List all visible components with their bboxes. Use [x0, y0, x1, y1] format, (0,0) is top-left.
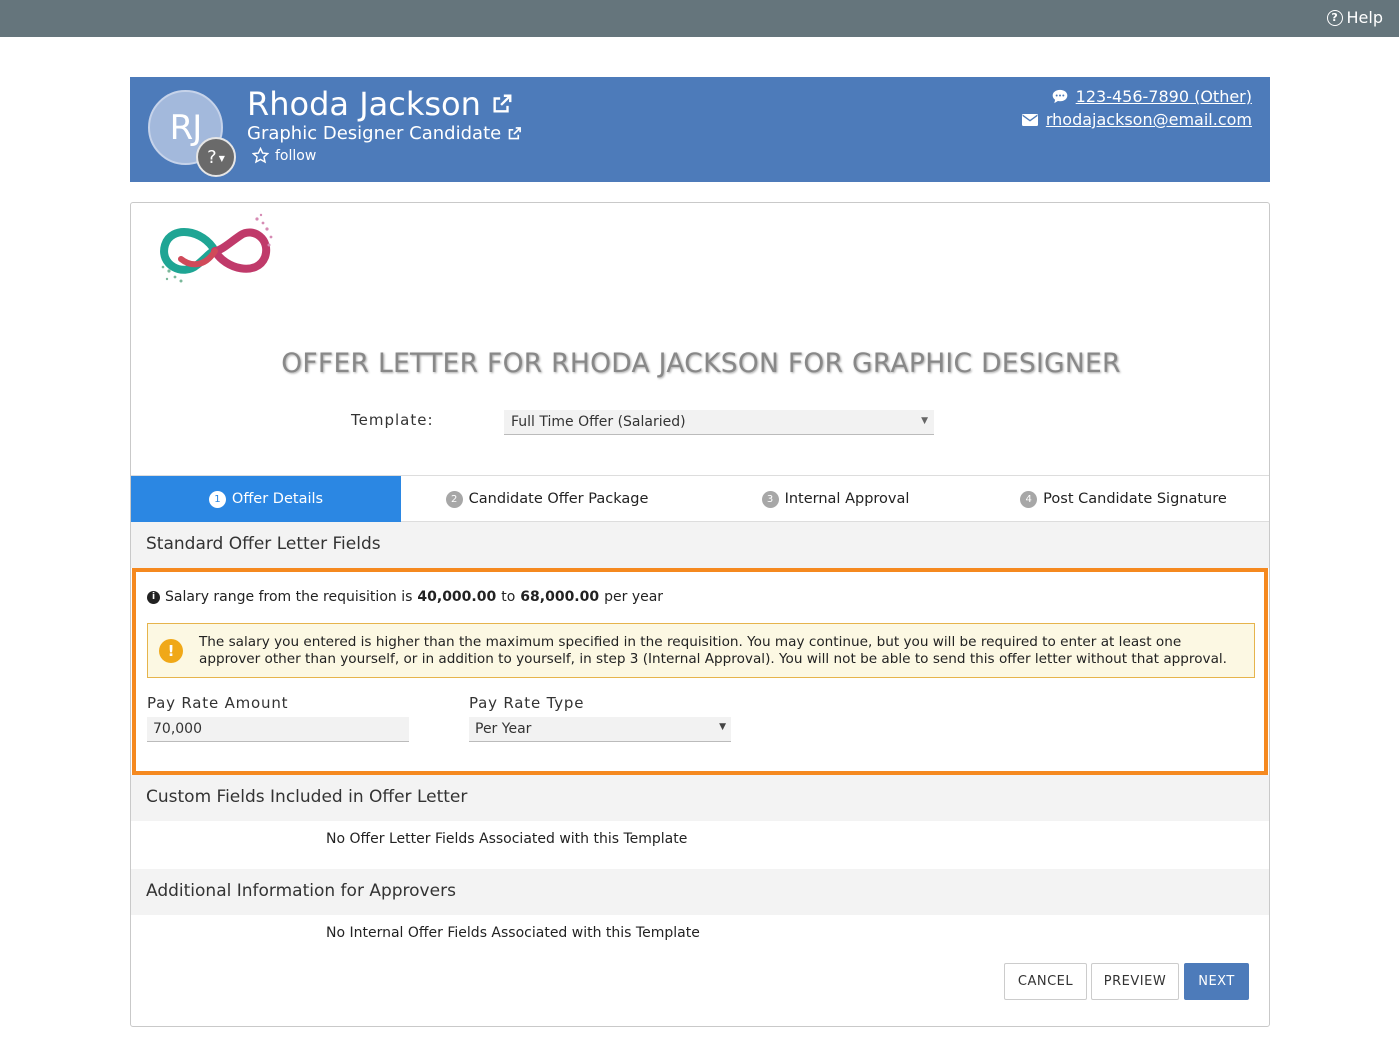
next-button[interactable]: NEXT [1184, 963, 1249, 1000]
pay-rate-amount-input[interactable]: 70,000 [147, 717, 409, 742]
status-badge-label: ? [207, 146, 217, 168]
warning-text: The salary you entered is higher than th… [199, 634, 1227, 667]
approver-info-heading: Additional Information for Approvers [131, 869, 1269, 915]
tab-label: Post Candidate Signature [1043, 491, 1227, 507]
step-number: 4 [1020, 490, 1038, 508]
salary-prefix: Salary range from the requisition is [165, 589, 413, 605]
chat-icon [1052, 89, 1067, 104]
top-bar: ? Help [0, 0, 1399, 37]
template-label: Template: [351, 411, 434, 429]
candidate-name: Rhoda Jackson [247, 85, 481, 123]
envelope-icon [1021, 113, 1038, 126]
job-title: Graphic Designer Candidate [247, 123, 502, 144]
external-link-icon [493, 94, 512, 113]
template-select[interactable]: Full Time Offer (Salaried) ▼ [504, 410, 934, 435]
salary-max: 68,000.00 [520, 589, 600, 605]
offer-letter-card: OFFER LETTER FOR RHODA JACKSON FOR GRAPH… [130, 202, 1270, 1027]
caret-down-icon: ▼ [719, 722, 726, 732]
job-title-link[interactable]: Graphic Designer Candidate [247, 123, 522, 144]
preview-button[interactable]: PREVIEW [1091, 963, 1179, 1000]
contact-info: 123-456-7890 (Other) rhodajackson@email.… [1021, 85, 1252, 131]
salary-section: i Salary range from the requisition is 4… [132, 568, 1268, 775]
help-link[interactable]: ? Help [1326, 8, 1383, 27]
pay-rate-type-label: Pay Rate Type [469, 694, 585, 712]
status-dropdown-button[interactable]: ? ▼ [196, 137, 236, 177]
custom-fields-heading: Custom Fields Included in Offer Letter [131, 775, 1269, 821]
salary-to: to [501, 589, 516, 605]
follow-button[interactable]: follow [252, 147, 316, 164]
tab-label: Internal Approval [784, 491, 910, 507]
external-link-icon [508, 127, 522, 140]
follow-label: follow [275, 147, 317, 164]
cancel-button[interactable]: CANCEL [1004, 963, 1087, 1000]
avatar-initials: RJ [169, 107, 203, 148]
question-circle-icon: ? [1326, 9, 1343, 26]
custom-fields-empty: No Offer Letter Fields Associated with t… [326, 831, 688, 847]
caret-down-icon: ▼ [921, 416, 928, 426]
page-title: OFFER LETTER FOR RHODA JACKSON FOR GRAPH… [281, 348, 1121, 379]
candidate-name-link[interactable]: Rhoda Jackson [247, 85, 513, 123]
star-icon [252, 147, 269, 164]
tab-label: Candidate Offer Package [468, 491, 649, 507]
tab-internal-approval[interactable]: 3 Internal Approval [693, 476, 978, 522]
pay-rate-type-value: Per Year [475, 721, 532, 737]
exclamation-icon: ! [159, 639, 183, 663]
step-number: 2 [445, 490, 463, 508]
tab-offer-details[interactable]: 1 Offer Details [131, 476, 401, 522]
template-value: Full Time Offer (Salaried) [511, 414, 686, 430]
pay-rate-type-select[interactable]: Per Year ▼ [469, 717, 731, 742]
pay-rate-amount-label: Pay Rate Amount [147, 694, 289, 712]
phone-link[interactable]: 123-456-7890 (Other) [1076, 85, 1252, 108]
pay-rate-amount-value: 70,000 [153, 721, 202, 737]
step-number: 1 [208, 490, 226, 508]
tab-candidate-offer-package[interactable]: 2 Candidate Offer Package [401, 476, 693, 522]
salary-range-info: i Salary range from the requisition is 4… [147, 589, 663, 605]
approver-info-empty: No Internal Offer Fields Associated with… [326, 925, 700, 941]
standard-fields-heading: Standard Offer Letter Fields [131, 522, 1269, 568]
help-label: Help [1346, 8, 1383, 27]
email-link[interactable]: rhodajackson@email.com [1046, 108, 1252, 131]
salary-min: 40,000.00 [417, 589, 497, 605]
step-tabs: 1 Offer Details 2 Candidate Offer Packag… [131, 475, 1269, 522]
tab-post-candidate-signature[interactable]: 4 Post Candidate Signature [978, 476, 1269, 522]
caret-down-icon: ▼ [218, 154, 225, 163]
info-icon: i [147, 590, 160, 604]
salary-warning-alert: ! The salary you entered is higher than … [147, 623, 1255, 678]
step-number: 3 [761, 490, 779, 508]
tab-label: Offer Details [231, 491, 324, 507]
salary-suffix: per year [604, 589, 664, 605]
candidate-header: RJ ? ▼ Rhoda Jackson Graphic Designer Can… [130, 77, 1270, 182]
company-logo [160, 213, 273, 283]
